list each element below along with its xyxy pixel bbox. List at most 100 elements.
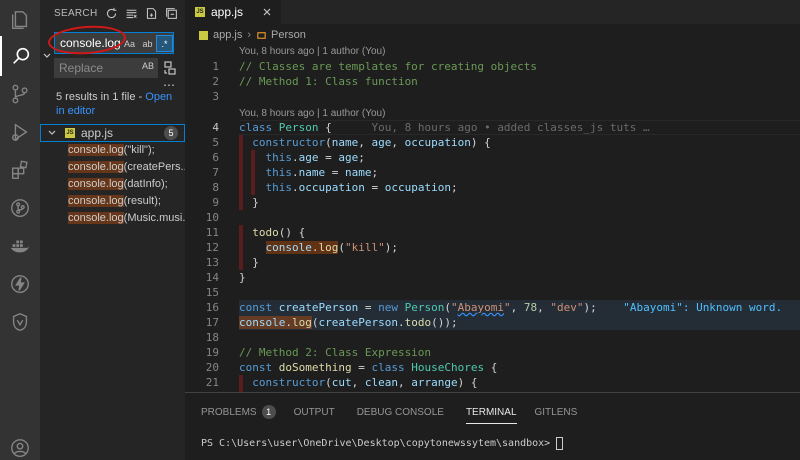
run-debug-icon[interactable]: [0, 112, 40, 152]
preserve-case-toggle[interactable]: AB: [142, 61, 154, 71]
line-number: 16: [205, 301, 219, 314]
code-line: console.log("kill");: [265, 241, 398, 254]
tab-label: PROBLEMS: [201, 406, 257, 418]
code-line: const doSomething = class HouseChores {: [239, 361, 498, 374]
terminal-prompt: PS C:\Users\user\OneDrive\Desktop\copyto…: [201, 438, 551, 449]
code-line: this.name = name;: [265, 166, 379, 179]
codelens-authors[interactable]: You, 8 hours ago | 1 author (You): [239, 106, 385, 121]
search-sidebar: SEARCH console.log Aa ab .* Replace AB ⋯…: [40, 0, 185, 460]
match-hit: console.log: [68, 178, 124, 190]
result-match-item[interactable]: console.log("kill");: [40, 142, 185, 159]
line-number: 14: [205, 271, 219, 284]
collapse-all-icon[interactable]: [163, 5, 179, 21]
git-graph-icon[interactable]: [0, 188, 40, 228]
thunder-icon[interactable]: [0, 264, 40, 304]
match-hit: console.log: [68, 144, 124, 156]
match-rest: (result);: [123, 195, 161, 207]
tab-debug-console[interactable]: DEBUG CONSOLE: [357, 403, 444, 421]
code-line: }: [239, 196, 259, 209]
code-editor[interactable]: You, 8 hours ago | 1 author (You) 1 // C…: [185, 44, 800, 392]
line-number: 12: [205, 241, 219, 254]
account-icon[interactable]: [0, 428, 40, 460]
result-match-item[interactable]: console.log(createPers...: [40, 159, 185, 176]
match-rest: (Music.musi...: [123, 212, 185, 224]
line-number: 1: [212, 60, 219, 73]
line-number: 13: [205, 256, 219, 269]
code-line: constructor(name, age, occupation) {: [252, 136, 491, 149]
new-search-editor-icon[interactable]: [143, 5, 159, 21]
line-number: 8: [212, 181, 219, 194]
line-number: 10: [205, 211, 219, 224]
search-results-tree: JS app.js 5 console.log("kill"); console…: [40, 124, 185, 227]
shield-icon[interactable]: [0, 302, 40, 342]
line-number: 21: [205, 376, 219, 389]
files-icon[interactable]: [0, 0, 40, 40]
code-line: }: [239, 271, 246, 284]
toggle-replace-chevron-icon[interactable]: [42, 50, 52, 60]
line-number: 2: [212, 75, 219, 88]
sidebar-title: SEARCH: [54, 7, 98, 19]
match-rest: ("kill");: [123, 144, 155, 156]
breadcrumb-separator-icon: ›: [247, 29, 252, 41]
code-line: this.occupation = occupation;: [265, 181, 458, 194]
editor-tabs: JS app.js: [185, 0, 800, 24]
line-number: 7: [212, 166, 219, 179]
line-number: 3: [212, 90, 219, 103]
match-whole-word-toggle[interactable]: ab: [139, 35, 156, 52]
code-line: class Person { You, 8 hours ago • added …: [239, 121, 650, 134]
line-number: 5: [212, 136, 219, 149]
line-number: 20: [205, 361, 219, 374]
match-hit: console.log: [68, 195, 124, 207]
codelens-authors[interactable]: You, 8 hours ago | 1 author (You): [239, 44, 385, 59]
match-hit: console.log: [68, 212, 124, 224]
tab-label: app.js: [211, 5, 244, 19]
js-file-icon: [199, 30, 208, 40]
result-file-name: app.js: [81, 126, 114, 140]
close-icon[interactable]: [261, 6, 273, 18]
replace-all-icon[interactable]: [162, 60, 178, 76]
breadcrumb-symbol[interactable]: Person: [271, 29, 306, 41]
tab-problems[interactable]: PROBLEMS 1: [201, 403, 276, 421]
extensions-icon[interactable]: [0, 150, 40, 190]
source-control-icon[interactable]: [0, 74, 40, 114]
use-regex-toggle[interactable]: .*: [156, 35, 173, 52]
search-input[interactable]: console.log Aa ab .*: [54, 32, 174, 54]
js-file-icon: JS: [65, 128, 75, 138]
bottom-panel: PROBLEMS 1 OUTPUT DEBUG CONSOLE TERMINAL …: [185, 392, 800, 460]
result-match-item[interactable]: console.log(datInfo);: [40, 176, 185, 193]
search-icon[interactable]: [0, 36, 40, 76]
breadcrumb-file[interactable]: app.js: [213, 29, 242, 41]
panel-tabs: PROBLEMS 1 OUTPUT DEBUG CONSOLE TERMINAL …: [185, 403, 578, 424]
match-rest: (createPers...: [123, 161, 185, 173]
line-number: 17: [205, 316, 219, 329]
results-count-text: 5 results in 1 file -: [56, 91, 146, 103]
line-number: 11: [205, 226, 219, 239]
docker-icon[interactable]: [0, 226, 40, 266]
code-line: const createPerson = new Person("Abayomi…: [239, 301, 783, 314]
tab-terminal[interactable]: TERMINAL: [465, 403, 517, 424]
result-match-item[interactable]: console.log(Music.musi...: [40, 210, 185, 227]
replace-input[interactable]: Replace AB: [54, 58, 158, 78]
line-number: 4: [212, 121, 219, 134]
terminal-cursor: [556, 437, 564, 450]
tab-output[interactable]: OUTPUT: [294, 403, 335, 421]
tab-app-js[interactable]: JS app.js: [185, 0, 281, 24]
terminal[interactable]: PS C:\Users\user\OneDrive\Desktop\copyto…: [201, 437, 564, 450]
code-line: }: [239, 256, 259, 269]
result-match-item[interactable]: console.log(result);: [40, 193, 185, 210]
refresh-icon[interactable]: [103, 5, 119, 21]
problems-count-badge: 1: [261, 405, 276, 419]
result-file-row[interactable]: JS app.js 5: [40, 124, 185, 142]
clear-results-icon[interactable]: [123, 5, 139, 21]
code-line: // Method 2: Class Expression: [239, 346, 432, 359]
code-line: this.age = age;: [265, 151, 365, 164]
replace-placeholder: Replace: [59, 61, 104, 75]
match-case-toggle[interactable]: Aa: [121, 35, 138, 52]
sidebar-toolbar: [103, 5, 179, 21]
js-file-icon: JS: [195, 7, 205, 17]
tab-gitlens[interactable]: GITLENS: [535, 403, 578, 421]
match-hit: console.log: [68, 161, 124, 173]
line-number: 15: [205, 286, 219, 299]
activity-bar: [0, 0, 40, 460]
code-line: // Classes are templates for creating ob…: [239, 60, 538, 73]
